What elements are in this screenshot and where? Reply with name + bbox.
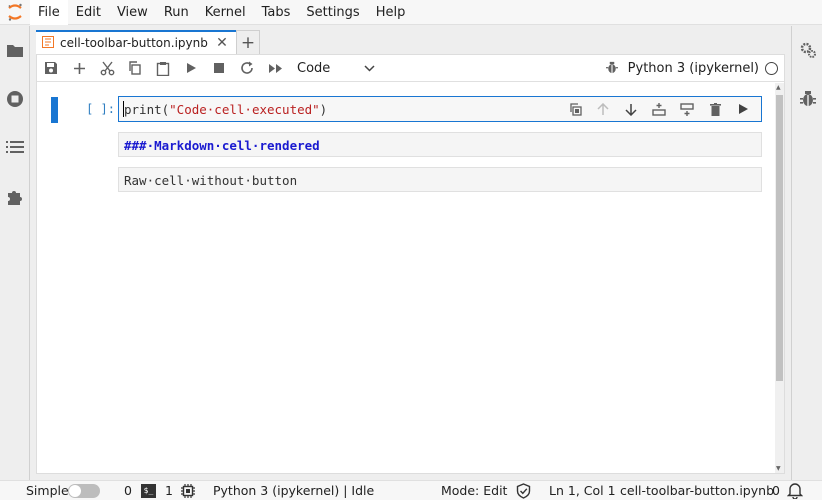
- simple-mode-label: Simple: [26, 483, 69, 498]
- insert-cell-above-icon[interactable]: [645, 97, 673, 121]
- code-cell-editor[interactable]: print("Code·cell·executed"): [118, 96, 762, 122]
- new-tab-plus-icon[interactable]: +: [236, 30, 260, 54]
- menu-view[interactable]: View: [109, 0, 156, 25]
- right-sidebar: [791, 26, 822, 480]
- scroll-down-arrow-icon[interactable]: ▼: [776, 465, 781, 472]
- markdown-cell-source: ###·Markdown·cell·rendered: [124, 138, 320, 153]
- code-close: ): [319, 102, 328, 117]
- menu-file[interactable]: File: [30, 0, 68, 25]
- cut-scissors-icon[interactable]: [93, 55, 121, 82]
- debugger-toggle-bug-icon[interactable]: [605, 59, 618, 78]
- notebook-panel: Code Python 3 (ipykernel) [ ]: print("Co…: [36, 54, 785, 474]
- extensions-puzzle-icon[interactable]: [5, 187, 25, 207]
- menu-help[interactable]: Help: [368, 0, 414, 25]
- menu-tabs[interactable]: Tabs: [254, 0, 299, 25]
- table-of-contents-icon[interactable]: [5, 137, 25, 157]
- cell-type-value: Code: [297, 60, 331, 76]
- notebook-toolbar: Code Python 3 (ipykernel): [37, 55, 784, 82]
- duplicate-cell-icon[interactable]: [561, 97, 589, 121]
- menu-edit[interactable]: Edit: [68, 0, 109, 25]
- notebook-file-icon: [42, 35, 54, 51]
- kernels-count[interactable]: 1: [165, 483, 173, 499]
- property-inspector-gears-icon[interactable]: [798, 40, 818, 60]
- delete-cell-trash-icon[interactable]: [701, 97, 729, 121]
- code-string: "Code·cell·executed": [169, 102, 320, 117]
- menu-kernel[interactable]: Kernel: [197, 0, 254, 25]
- copy-icon[interactable]: [121, 55, 149, 82]
- document-tab-bar: cell-toolbar-button.ipynb ✕ +: [36, 30, 785, 54]
- cell-type-dropdown[interactable]: Code: [297, 57, 379, 79]
- save-icon[interactable]: [37, 55, 65, 82]
- move-up-arrow-icon[interactable]: [589, 97, 617, 121]
- terminals-count[interactable]: 0: [124, 483, 132, 499]
- notebook-scrollbar[interactable]: ▲ ▼: [775, 83, 784, 473]
- kernel-area: Python 3 (ipykernel): [605, 59, 784, 78]
- insert-cell-plus-icon[interactable]: [65, 55, 93, 82]
- notification-bell-icon[interactable]: [786, 482, 804, 500]
- left-sidebar: [0, 26, 30, 480]
- trusted-shield-icon[interactable]: [516, 483, 531, 499]
- kernel-status-text[interactable]: Python 3 (ipykernel) | Idle: [213, 483, 374, 499]
- menu-settings[interactable]: Settings: [298, 0, 367, 25]
- chevron-down-icon: [364, 61, 375, 76]
- run-play-icon[interactable]: [177, 55, 205, 82]
- notebook-cells: [ ]: print("Code·cell·executed") ###·Mar…: [37, 83, 776, 473]
- code-fn: print(: [124, 102, 170, 117]
- kernel-chip-icon[interactable]: [180, 483, 196, 499]
- active-cell-indicator[interactable]: [51, 97, 58, 123]
- status-file-name: cell-toolbar-button.ipynb: [620, 483, 774, 498]
- toggle-knob: [69, 485, 81, 497]
- menu-run[interactable]: Run: [156, 0, 197, 25]
- kernel-idle-circle-icon: [765, 61, 778, 75]
- edit-mode-text: Mode: Edit: [441, 483, 508, 498]
- notifications-count[interactable]: 0: [772, 483, 780, 499]
- markdown-cell[interactable]: ###·Markdown·cell·rendered: [118, 132, 762, 157]
- move-down-arrow-icon[interactable]: [617, 97, 645, 121]
- code-cell-source[interactable]: print("Code·cell·executed"): [124, 102, 327, 117]
- simple-mode-toggle[interactable]: [68, 484, 100, 498]
- paste-clipboard-icon[interactable]: [149, 55, 177, 82]
- cursor-position[interactable]: Ln 1, Col 1: [549, 483, 616, 499]
- jupyter-logo-icon: [0, 0, 30, 25]
- folder-icon[interactable]: [5, 40, 25, 60]
- close-tab-icon[interactable]: ✕: [214, 35, 230, 51]
- status-bar: Simple 0 $_ 1 Python 3 (ipykernel) | Idl…: [0, 480, 822, 500]
- raw-cell-source: Raw·cell·without·button: [124, 173, 298, 188]
- tab-title: cell-toolbar-button.ipynb: [60, 36, 208, 50]
- scroll-up-arrow-icon[interactable]: ▲: [776, 84, 781, 91]
- tab-notebook[interactable]: cell-toolbar-button.ipynb ✕: [36, 30, 236, 54]
- insert-cell-below-icon[interactable]: [673, 97, 701, 121]
- restart-kernel-icon[interactable]: [233, 55, 261, 82]
- running-sessions-icon[interactable]: [5, 89, 25, 109]
- scrollbar-thumb[interactable]: [776, 95, 783, 381]
- interrupt-stop-icon[interactable]: [205, 55, 233, 82]
- raw-cell[interactable]: Raw·cell·without·button: [118, 167, 762, 192]
- menu-bar: File Edit View Run Kernel Tabs Settings …: [0, 0, 822, 25]
- restart-run-all-fast-forward-icon[interactable]: [261, 55, 289, 82]
- cell-toolbar: [561, 97, 757, 121]
- run-cell-play-icon[interactable]: [729, 97, 757, 121]
- debugger-bug-icon[interactable]: [798, 88, 818, 108]
- terminal-icon[interactable]: $_: [141, 484, 156, 498]
- cell-prompt: [ ]:: [86, 102, 115, 116]
- kernel-name-button[interactable]: Python 3 (ipykernel): [628, 61, 759, 76]
